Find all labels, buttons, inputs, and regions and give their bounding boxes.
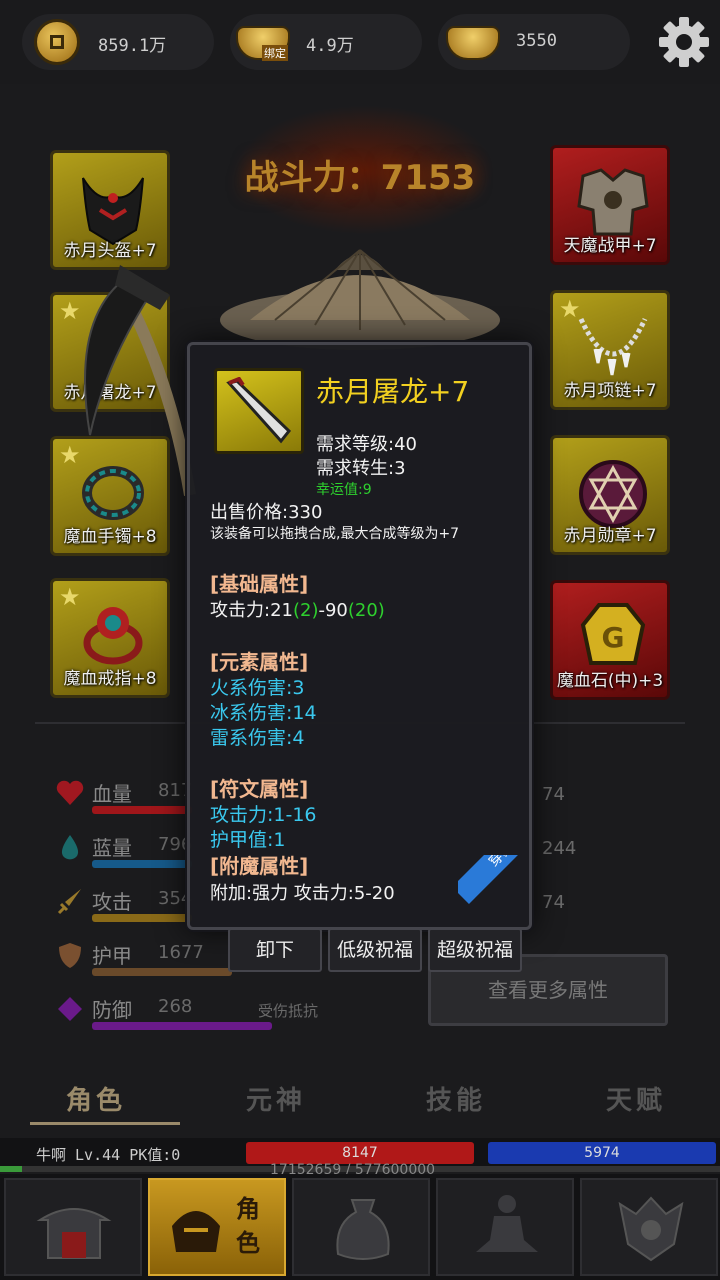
tab-underline bbox=[30, 1122, 180, 1125]
stat-value: 1677 bbox=[158, 942, 204, 963]
nav-home[interactable] bbox=[4, 1178, 142, 1276]
stat-label: 蓝量 bbox=[92, 836, 132, 860]
stat-label: 防御 bbox=[92, 998, 132, 1022]
tab-talent[interactable]: 天赋 bbox=[606, 1080, 666, 1117]
slot-medal[interactable]: 赤月勋章+7 bbox=[550, 435, 670, 555]
svg-text:G: G bbox=[602, 621, 625, 654]
necklace-icon bbox=[578, 317, 648, 376]
stat-label: 攻击 bbox=[92, 890, 132, 914]
tooltip-luck: 幸运值:9 bbox=[316, 482, 372, 498]
gold-ingot-icon bbox=[446, 26, 500, 60]
stat-row-defense bbox=[55, 994, 85, 1028]
tooltip-enchant-title: [附魔属性] bbox=[210, 854, 309, 878]
equipped-ribbon: 穿戴中 bbox=[458, 855, 538, 927]
heart-icon bbox=[56, 780, 84, 805]
slot-ring[interactable]: ★ 魔血戒指+8 bbox=[50, 578, 170, 698]
copper-value: 859.1万 bbox=[98, 36, 167, 56]
nav-cultivate[interactable] bbox=[436, 1178, 574, 1276]
tooltip-attack: 攻击力:21(2)-90(20) bbox=[210, 600, 385, 621]
home-gate-icon bbox=[36, 1208, 112, 1259]
stat-row-mp bbox=[55, 832, 85, 866]
bound-tag: 绑定 bbox=[262, 45, 288, 61]
tooltip-ice: 冰系伤害:14 bbox=[210, 702, 317, 724]
stat-bar bbox=[92, 1022, 272, 1030]
bag-icon bbox=[336, 1199, 390, 1260]
stat-bar bbox=[92, 914, 192, 922]
taoist-icon bbox=[618, 1196, 684, 1262]
slot-helmet[interactable]: 赤月头盔+7 bbox=[50, 150, 170, 270]
tooltip-req-rebirth: 需求转生:3 bbox=[316, 458, 406, 479]
super-bless-button[interactable]: 超级祝福 bbox=[428, 928, 522, 972]
tooltip-req-level: 需求等级:40 bbox=[316, 434, 417, 455]
tooltip-item-name: 赤月屠龙+7 bbox=[316, 375, 470, 408]
slot-label: 天魔战甲+7 bbox=[563, 236, 657, 256]
slot-label: 魔血手镯+8 bbox=[63, 527, 157, 547]
slot-gem[interactable]: G 魔血石(中)+3 bbox=[550, 580, 670, 700]
nav-character[interactable]: 角 色 bbox=[148, 1178, 286, 1276]
player-info: 牛啊 Lv.44 PK值:0 bbox=[36, 1146, 181, 1164]
slot-label: 赤月项链+7 bbox=[563, 381, 657, 401]
hp-bar: 8147 bbox=[246, 1142, 474, 1164]
tooltip-element-title: [元素属性] bbox=[210, 650, 309, 674]
stat-row-hp bbox=[55, 778, 85, 812]
gear-icon[interactable] bbox=[656, 14, 712, 70]
armor-icon bbox=[577, 168, 649, 236]
tooltip-item-icon bbox=[214, 368, 304, 454]
slot-label: 魔血戒指+8 bbox=[63, 669, 157, 689]
stat-label: 血量 bbox=[92, 782, 132, 806]
tooltip-rune-attack: 攻击力:1-16 bbox=[210, 804, 317, 826]
stat-row-armor bbox=[55, 940, 85, 974]
stat-bar bbox=[92, 806, 192, 814]
tooltip-enchant: 附加:强力 攻击力:5-20 bbox=[210, 883, 395, 904]
mana-drop-icon bbox=[61, 835, 79, 860]
nav-character-label: 角 色 bbox=[236, 1195, 260, 1257]
nav-taoist[interactable] bbox=[580, 1178, 718, 1276]
gold-value: 3550 bbox=[516, 31, 557, 51]
defense-icon bbox=[58, 997, 82, 1021]
tooltip-merge-note: 该装备可以拖拽合成,最大合成等级为+7 bbox=[210, 526, 460, 542]
blood-stone-icon: G bbox=[580, 603, 646, 665]
tab-skills[interactable]: 技能 bbox=[426, 1080, 486, 1117]
scythe-weapon-icon bbox=[84, 265, 196, 496]
mp-bar: 5974 bbox=[488, 1142, 716, 1164]
tooltip-rune-title: [符文属性] bbox=[210, 777, 309, 801]
tooltip-rune-armor: 护甲值:1 bbox=[210, 829, 286, 851]
slot-armor[interactable]: 天魔战甲+7 bbox=[550, 145, 670, 265]
slot-necklace[interactable]: ★ 赤月项链+7 bbox=[550, 290, 670, 410]
bound-gold-value: 4.9万 bbox=[306, 36, 354, 56]
blade-icon bbox=[226, 377, 292, 444]
copper-coin-icon bbox=[34, 19, 80, 65]
combat-power: 战斗力：7153 bbox=[244, 158, 476, 198]
tooltip-base-title: [基础属性] bbox=[210, 572, 309, 596]
shield-icon bbox=[59, 943, 81, 968]
stat-right-value: 74 bbox=[542, 892, 565, 913]
low-bless-button[interactable]: 低级祝福 bbox=[328, 928, 422, 972]
star-icon: ★ bbox=[59, 583, 81, 611]
character-helmet-icon bbox=[172, 1211, 220, 1252]
equipped-label: 穿戴中 bbox=[458, 855, 538, 904]
stat-right-value: 244 bbox=[542, 838, 577, 859]
meditation-icon bbox=[476, 1195, 538, 1252]
slot-label: 赤月勋章+7 bbox=[563, 526, 657, 546]
stat-label: 护甲 bbox=[92, 944, 132, 968]
stat-bar bbox=[92, 860, 192, 868]
slot-label: 魔血石(中)+3 bbox=[556, 671, 664, 691]
unequip-button[interactable]: 卸下 bbox=[228, 928, 322, 972]
tooltip-thunder: 雷系伤害:4 bbox=[210, 727, 305, 749]
tab-spirit[interactable]: 元神 bbox=[246, 1080, 306, 1117]
stat-bar bbox=[92, 968, 232, 976]
tab-character[interactable]: 角色 bbox=[66, 1080, 126, 1117]
sword-icon bbox=[57, 889, 81, 915]
tooltip-fire: 火系伤害:3 bbox=[210, 677, 305, 699]
stat-value: 268 bbox=[158, 996, 193, 1017]
nav-bag[interactable] bbox=[292, 1178, 430, 1276]
stat-row-attack bbox=[55, 886, 85, 920]
ring-icon bbox=[83, 607, 143, 665]
tooltip-price: 出售价格:330 bbox=[210, 502, 323, 523]
stat-extra: 受伤抵抗 bbox=[258, 1002, 319, 1020]
stat-right-value: 74 bbox=[542, 784, 565, 805]
